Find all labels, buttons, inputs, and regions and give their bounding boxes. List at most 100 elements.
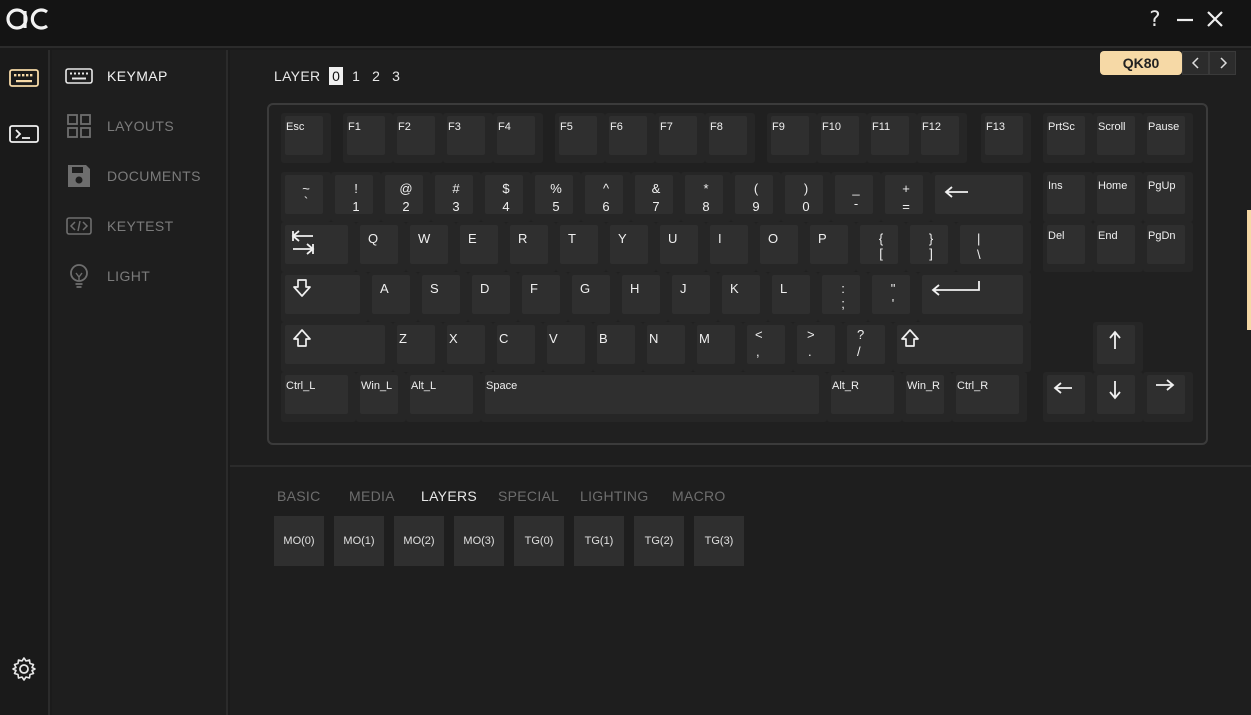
key-lbracket[interactable]: {[ <box>856 222 906 272</box>
key-y[interactable]: Y <box>606 222 656 272</box>
layer-option-0[interactable]: 0 <box>329 67 343 85</box>
key-quote[interactable]: " ' <box>868 272 918 322</box>
key-e[interactable]: E <box>456 222 506 272</box>
key-f4[interactable]: F4 <box>493 113 543 163</box>
layer-option-2[interactable]: 2 <box>369 67 383 85</box>
key-f12[interactable]: F12 <box>917 113 967 163</box>
key-0[interactable]: ) 0 <box>781 172 831 222</box>
key-comma[interactable]: <, <box>743 322 793 372</box>
key-arrow-right[interactable] <box>1143 372 1193 422</box>
key-8[interactable]: * 8 <box>681 172 731 222</box>
keyboard-model-badge[interactable]: QK80 <box>1100 51 1182 75</box>
key-f3[interactable]: F3 <box>443 113 493 163</box>
key-f11[interactable]: F11 <box>867 113 917 163</box>
key-minus[interactable]: _ - <box>831 172 881 222</box>
key-v[interactable]: V <box>543 322 593 372</box>
nav-item-keytest[interactable]: KEYTEST <box>64 209 224 243</box>
tab-special[interactable]: SPECIAL <box>498 488 559 504</box>
key-f7[interactable]: F7 <box>655 113 705 163</box>
rail-terminal-button[interactable] <box>8 120 40 148</box>
key-f5[interactable]: F5 <box>555 113 605 163</box>
key-d[interactable]: D <box>468 272 518 322</box>
key-k[interactable]: K <box>718 272 768 322</box>
key-rbracket[interactable]: }] <box>906 222 956 272</box>
key-h[interactable]: H <box>618 272 668 322</box>
key-o[interactable]: O <box>756 222 806 272</box>
key-m[interactable]: M <box>693 322 743 372</box>
key-5[interactable]: % 5 <box>531 172 581 222</box>
help-button[interactable]: ? <box>1142 6 1168 32</box>
key-grave[interactable]: ~ ` <box>281 172 331 222</box>
key-i[interactable]: I <box>706 222 756 272</box>
nav-item-layouts[interactable]: LAYOUTS <box>64 109 224 143</box>
key-z[interactable]: Z <box>393 322 443 372</box>
key-shift-right[interactable] <box>893 322 1031 372</box>
keycode-tg-2[interactable]: TG(2) <box>634 516 684 566</box>
key-equal[interactable]: + = <box>881 172 931 222</box>
key-f2[interactable]: F2 <box>393 113 443 163</box>
key-f10[interactable]: F10 <box>817 113 867 163</box>
key-win-left[interactable]: Win_L <box>356 372 406 422</box>
key-2[interactable]: @2 <box>381 172 431 222</box>
key-period[interactable]: >. <box>793 322 843 372</box>
tab-basic[interactable]: BASIC <box>277 488 321 504</box>
key-x[interactable]: X <box>443 322 493 372</box>
key-f9[interactable]: F9 <box>767 113 817 163</box>
key-f13[interactable]: F13 <box>981 113 1031 163</box>
key-backspace[interactable] <box>931 172 1031 222</box>
key-a[interactable]: A <box>368 272 418 322</box>
keycode-tg-0[interactable]: TG(0) <box>514 516 564 566</box>
key-p[interactable]: P <box>806 222 856 272</box>
key-arrow-up[interactable] <box>1093 322 1143 372</box>
next-keyboard-button[interactable] <box>1209 51 1236 75</box>
key-7[interactable]: & 7 <box>631 172 681 222</box>
key-home[interactable]: Home <box>1093 172 1143 222</box>
key-n[interactable]: N <box>643 322 693 372</box>
key-ctrl-right[interactable]: Ctrl_R <box>952 372 1027 422</box>
tab-lighting[interactable]: LIGHTING <box>580 488 649 504</box>
key-end[interactable]: End <box>1093 222 1143 272</box>
key-space[interactable]: Space <box>481 372 827 422</box>
key-slash[interactable]: ? / <box>843 322 893 372</box>
key-4[interactable]: $4 <box>481 172 531 222</box>
settings-button[interactable] <box>8 655 40 683</box>
key-backslash[interactable]: | \ <box>956 222 1031 272</box>
key-pgdn[interactable]: PgDn <box>1143 222 1193 272</box>
key-del[interactable]: Del <box>1043 222 1093 272</box>
tab-macro[interactable]: MACRO <box>672 488 726 504</box>
prev-keyboard-button[interactable] <box>1182 51 1209 75</box>
key-ctrl-left[interactable]: Ctrl_L <box>281 372 356 422</box>
key-u[interactable]: U <box>656 222 706 272</box>
key-f1[interactable]: F1 <box>343 113 393 163</box>
key-prtsc[interactable]: PrtSc <box>1043 113 1093 163</box>
key-q[interactable]: Q <box>356 222 406 272</box>
keycode-mo-0[interactable]: MO(0) <box>274 516 324 566</box>
tab-media[interactable]: MEDIA <box>349 488 395 504</box>
minimize-button[interactable] <box>1172 6 1198 32</box>
key-3[interactable]: #3 <box>431 172 481 222</box>
key-win-right[interactable]: Win_R <box>902 372 952 422</box>
key-semicolon[interactable]: :; <box>818 272 868 322</box>
key-c[interactable]: C <box>493 322 543 372</box>
key-9[interactable]: (9 <box>731 172 781 222</box>
key-s[interactable]: S <box>418 272 468 322</box>
nav-item-light[interactable]: LIGHT <box>64 259 224 293</box>
key-f6[interactable]: F6 <box>605 113 655 163</box>
layer-option-3[interactable]: 3 <box>389 67 403 85</box>
key-t[interactable]: T <box>556 222 606 272</box>
tab-layers[interactable]: LAYERS <box>421 488 477 504</box>
key-r[interactable]: R <box>506 222 556 272</box>
key-w[interactable]: W <box>406 222 456 272</box>
key-j[interactable]: J <box>668 272 718 322</box>
keycode-tg-3[interactable]: TG(3) <box>694 516 744 566</box>
key-shift-left[interactable] <box>281 322 393 372</box>
nav-item-keymap[interactable]: KEYMAP <box>64 59 224 93</box>
keycode-mo-2[interactable]: MO(2) <box>394 516 444 566</box>
rail-keyboard-button[interactable] <box>8 64 40 92</box>
key-esc[interactable]: Esc <box>281 113 331 163</box>
key-tab[interactable] <box>281 222 356 272</box>
nav-item-documents[interactable]: DOCUMENTS <box>64 159 224 193</box>
key-1[interactable]: ! 1 <box>331 172 381 222</box>
key-capslock[interactable] <box>281 272 368 322</box>
key-l[interactable]: L <box>768 272 818 322</box>
